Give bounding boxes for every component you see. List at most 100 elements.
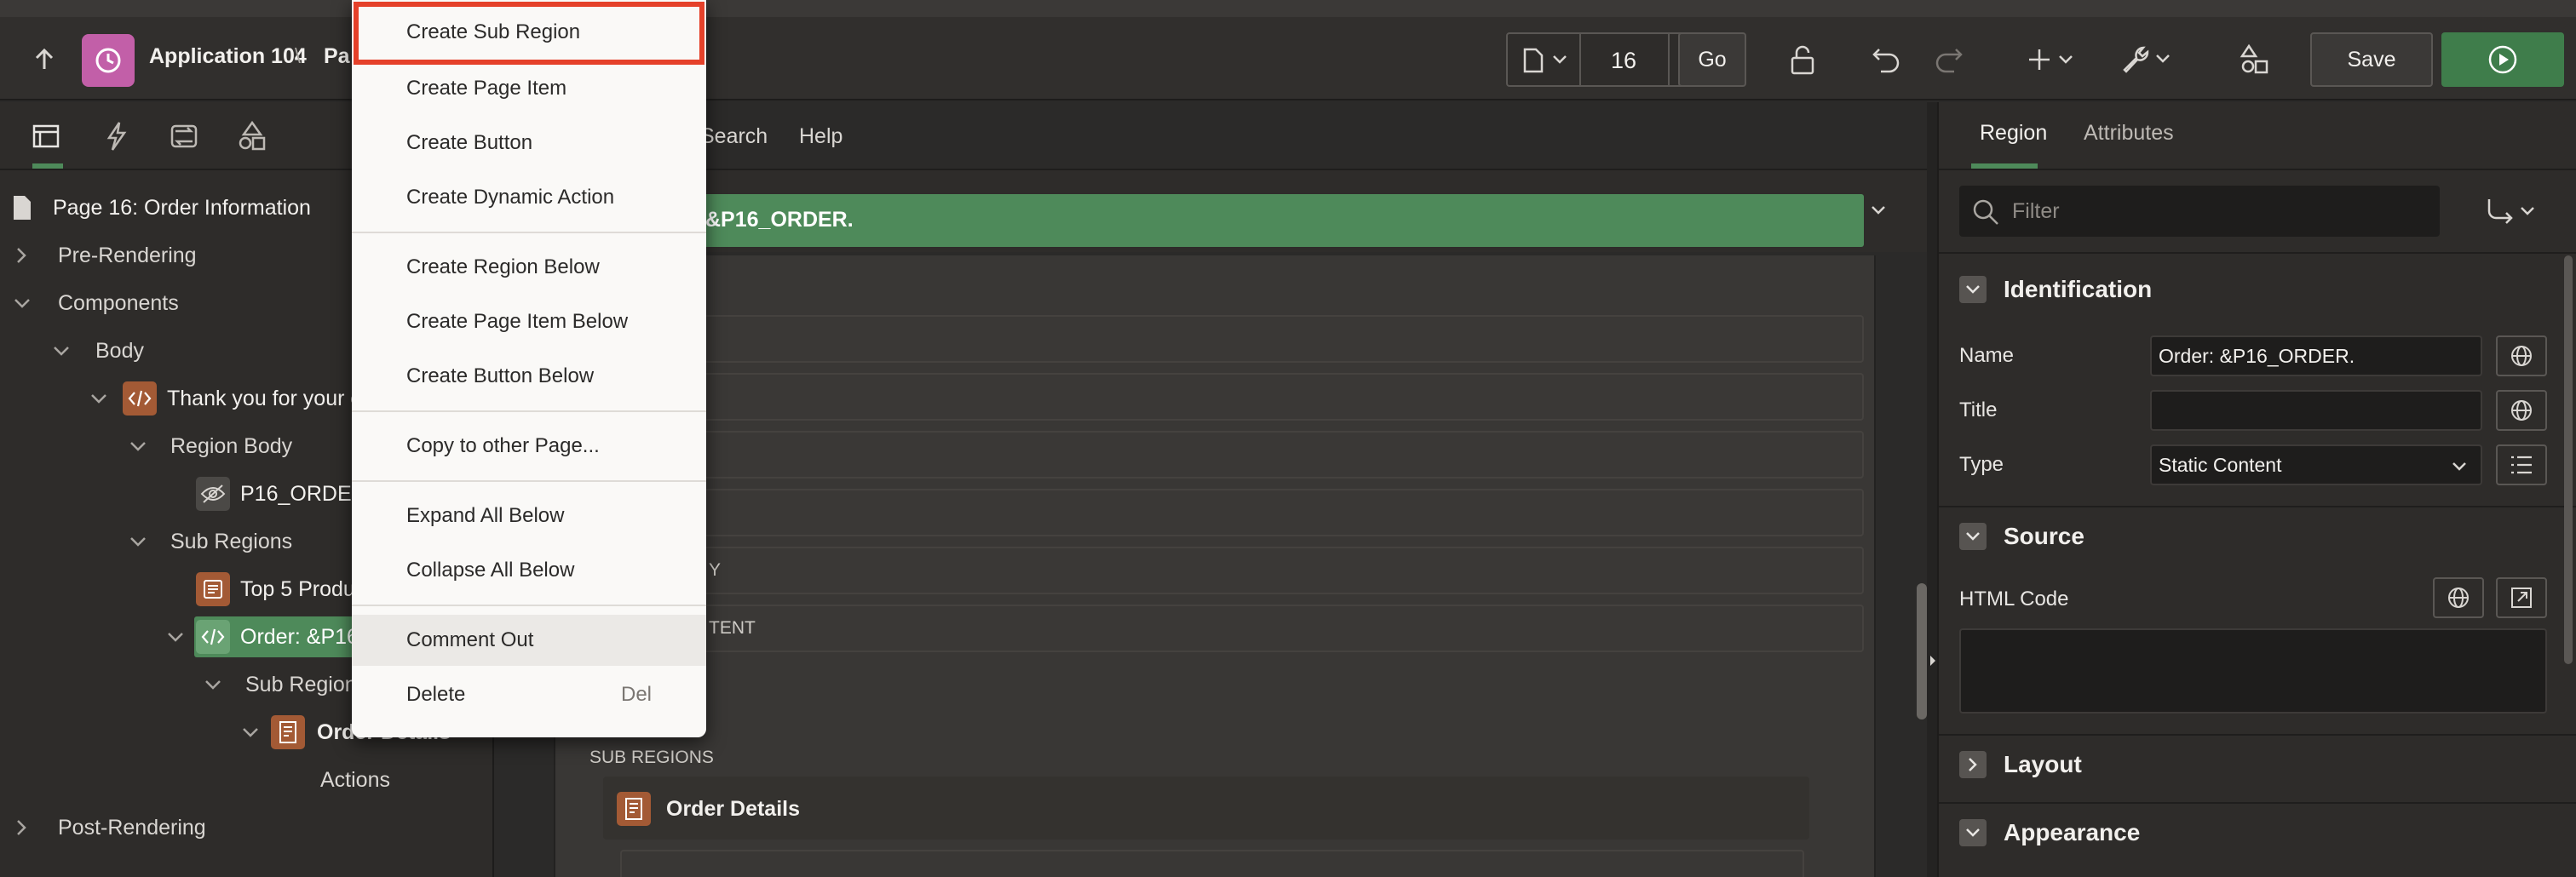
tab-attributes[interactable]: Attributes bbox=[2084, 121, 2174, 146]
undo-icon[interactable] bbox=[1871, 44, 1901, 75]
region-title: &P16_ORDER. bbox=[705, 208, 854, 232]
layout-slot[interactable] bbox=[658, 373, 1864, 421]
tab-rendering[interactable] bbox=[29, 119, 66, 169]
section-divider bbox=[1939, 802, 2576, 804]
prop-name-label: Name bbox=[1959, 344, 2015, 367]
menu-separator bbox=[352, 605, 706, 606]
go-button[interactable]: Go bbox=[1678, 32, 1746, 87]
section-identification[interactable]: Identification bbox=[1959, 276, 2152, 303]
search-icon bbox=[1973, 199, 1998, 225]
layout-slot[interactable] bbox=[658, 489, 1864, 536]
page-icon bbox=[1523, 48, 1544, 73]
menu-item-create-page-item-below[interactable]: Create Page Item Below bbox=[352, 296, 706, 347]
filter-divider bbox=[1939, 252, 2576, 254]
order-details-body[interactable] bbox=[620, 850, 1804, 877]
type-select[interactable]: Static Content bbox=[2150, 444, 2482, 485]
section-source[interactable]: Source bbox=[1959, 523, 2084, 550]
title-input[interactable] bbox=[2150, 390, 2482, 431]
filter-input[interactable]: Filter bbox=[1959, 186, 2440, 237]
lock-icon[interactable] bbox=[1787, 44, 1818, 75]
chevron-right-icon bbox=[1959, 751, 1987, 778]
chevron-down-icon bbox=[1552, 54, 1567, 65]
filter-placeholder: Filter bbox=[2012, 199, 2060, 223]
tree-label: Pre-Rendering bbox=[58, 243, 197, 267]
tree-label: Post-Rendering bbox=[58, 815, 206, 840]
prop-title-label: Title bbox=[1959, 398, 1998, 421]
menu-separator bbox=[352, 232, 706, 233]
section-layout[interactable]: Layout bbox=[1959, 751, 2082, 778]
menu-item-create-region-below[interactable]: Create Region Below bbox=[352, 242, 706, 293]
tab-divider bbox=[1939, 169, 2576, 170]
chevron-right-icon bbox=[17, 820, 26, 835]
page-number-input[interactable]: 16 bbox=[1590, 48, 1658, 74]
menu-item-create-button[interactable]: Create Button bbox=[352, 118, 706, 169]
redo-icon[interactable] bbox=[1934, 44, 1964, 75]
property-scrollbar[interactable] bbox=[2564, 255, 2573, 664]
shared-components-icon[interactable] bbox=[2239, 43, 2271, 75]
section-appearance[interactable]: Appearance bbox=[1959, 819, 2140, 846]
menu-item-create-button-below[interactable]: Create Button Below bbox=[352, 351, 706, 402]
list-icon[interactable] bbox=[2496, 444, 2547, 485]
chevron-down-icon bbox=[2452, 462, 2466, 471]
tab-active-indicator bbox=[32, 163, 63, 169]
menu-item-delete[interactable]: Delete Del bbox=[352, 669, 706, 720]
tree-label: Sub Regions bbox=[170, 529, 293, 553]
globe-icon[interactable] bbox=[2496, 335, 2547, 376]
layout-panel: Search Help &P16_ORDER. Y TENT SUB REGIO… bbox=[496, 102, 1935, 877]
app-title[interactable]: Application 104 bbox=[149, 44, 307, 69]
menu-item-create-dynamic-action[interactable]: Create Dynamic Action bbox=[352, 172, 706, 223]
go-to-group-icon[interactable] bbox=[2484, 196, 2539, 225]
caret-right-icon bbox=[1930, 656, 1935, 666]
tree-label: Sub Regions bbox=[245, 672, 368, 696]
tab-help[interactable]: Help bbox=[799, 124, 842, 149]
menu-separator bbox=[352, 480, 706, 482]
prop-html-code-label: HTML Code bbox=[1959, 588, 2069, 610]
layout-slot[interactable] bbox=[658, 431, 1864, 479]
layout-slot[interactable]: Y bbox=[658, 547, 1864, 594]
globe-icon[interactable] bbox=[2433, 577, 2484, 618]
chevron-down-icon bbox=[1959, 819, 1987, 846]
app-icon[interactable] bbox=[82, 34, 135, 87]
section-title: Identification bbox=[2004, 276, 2153, 302]
menu-item-copy-to-other-page[interactable]: Copy to other Page... bbox=[352, 421, 706, 472]
breadcrumb-separator: \ bbox=[295, 44, 301, 68]
run-page-button[interactable] bbox=[2441, 32, 2564, 87]
save-button[interactable]: Save bbox=[2310, 32, 2433, 87]
chevron-down-icon bbox=[130, 442, 146, 451]
menu-item-create-page-item[interactable]: Create Page Item bbox=[352, 63, 706, 114]
tree-label: Body bbox=[95, 338, 144, 363]
tab-search[interactable]: Search bbox=[700, 124, 768, 149]
order-details-title: Order Details bbox=[666, 797, 801, 821]
tree-label: Order: &P16 bbox=[240, 624, 359, 649]
section-title: Appearance bbox=[2004, 819, 2141, 845]
code-region-icon bbox=[196, 620, 230, 654]
globe-icon[interactable] bbox=[2496, 390, 2547, 431]
menu-separator bbox=[352, 410, 706, 412]
layout-slot[interactable]: TENT bbox=[658, 605, 1864, 652]
layout-scrollbar[interactable] bbox=[1917, 583, 1927, 719]
prop-type-label: Type bbox=[1959, 453, 2004, 476]
slot-label: TENT bbox=[709, 618, 756, 638]
html-code-editor[interactable] bbox=[1959, 628, 2547, 714]
tab-dynamic-actions[interactable] bbox=[99, 119, 136, 157]
name-input[interactable]: Order: &P16_ORDER. bbox=[2150, 335, 2482, 376]
up-arrow-icon[interactable] bbox=[32, 48, 56, 72]
layout-canvas: &P16_ORDER. Y TENT SUB REGIONS Order Det… bbox=[554, 194, 1876, 877]
tree-label: P16_ORDER bbox=[240, 481, 367, 506]
layout-slot[interactable] bbox=[658, 315, 1864, 363]
menu-item-expand-all-below[interactable]: Expand All Below bbox=[352, 490, 706, 542]
menu-item-collapse-all-below[interactable]: Collapse All Below bbox=[352, 545, 706, 596]
form-region-icon bbox=[271, 715, 305, 749]
wrench-icon[interactable] bbox=[2119, 43, 2174, 75]
page-breadcrumb[interactable]: Pa bbox=[324, 44, 350, 69]
tab-shared-components[interactable] bbox=[235, 119, 273, 157]
tab-region[interactable]: Region bbox=[1980, 121, 2047, 146]
chevron-down-icon bbox=[91, 394, 106, 404]
menu-item-comment-out[interactable]: Comment Out bbox=[352, 615, 706, 666]
code-region-icon bbox=[123, 381, 157, 416]
section-divider bbox=[1939, 734, 2576, 736]
expand-editor-icon[interactable] bbox=[2496, 577, 2547, 618]
add-icon[interactable] bbox=[2027, 44, 2079, 75]
context-menu: Create Sub Region Create Page Item Creat… bbox=[352, 0, 706, 737]
tab-processing[interactable] bbox=[167, 119, 204, 157]
